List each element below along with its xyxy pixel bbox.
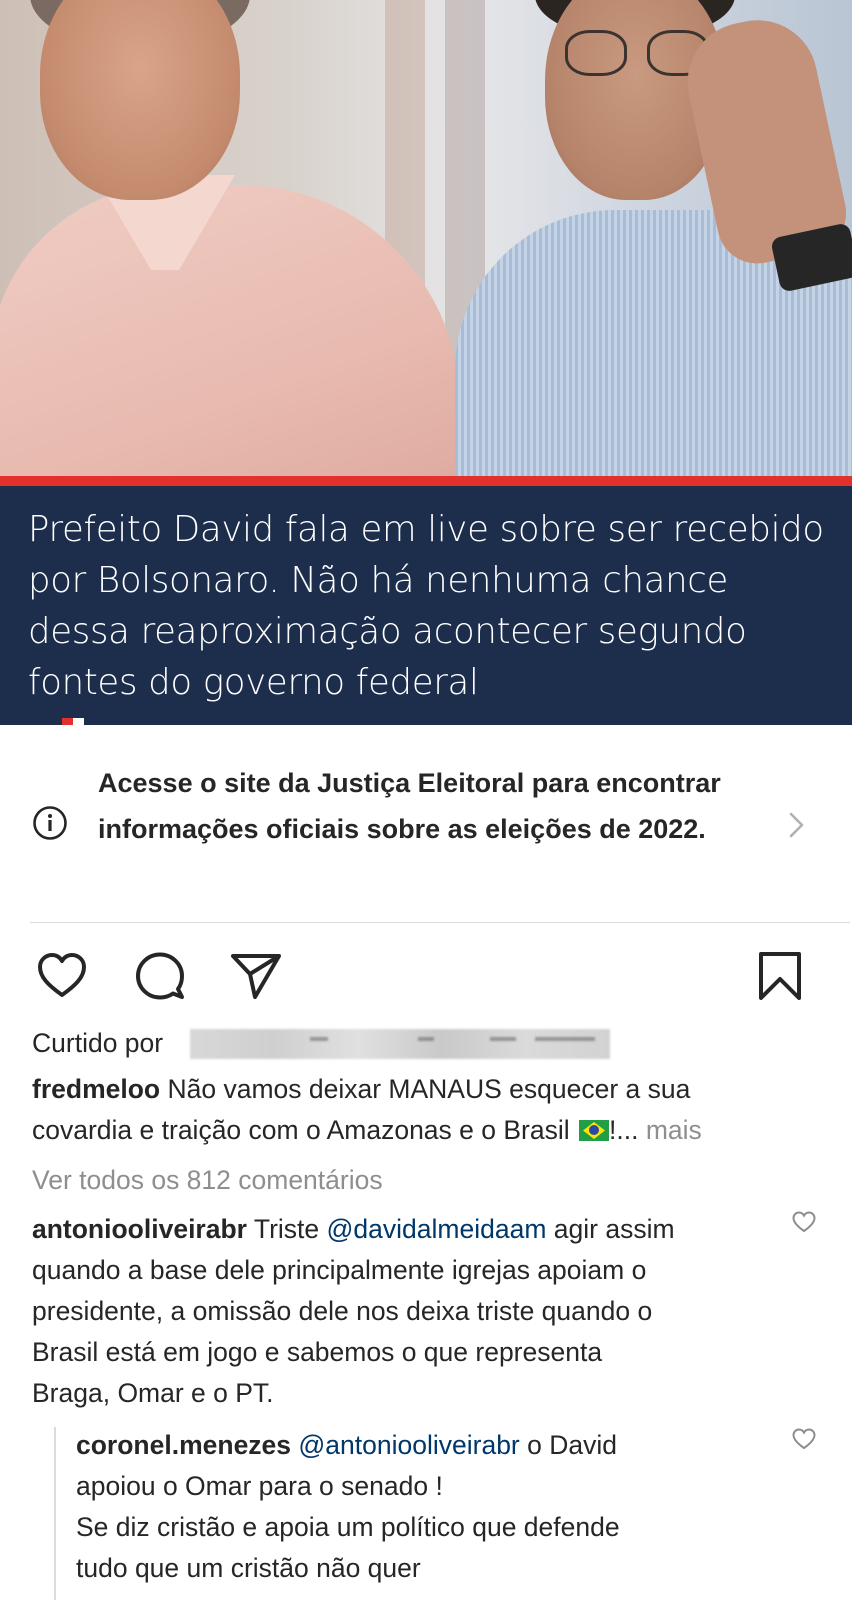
comment-username[interactable]: antoniooliveirabr: [32, 1214, 247, 1244]
caption-line-2: covardia e traição com o Amazonas e o Br…: [32, 1110, 702, 1151]
liked-by-row: Curtido por: [32, 1023, 163, 1064]
redacted-likers: [190, 1029, 610, 1059]
comment-mention[interactable]: @davidalmeidaam: [327, 1214, 547, 1244]
election-info-banner[interactable]: Acesse o site da Justiça Eleitoral para …: [0, 740, 852, 920]
liked-by-label: Curtido por: [32, 1028, 164, 1058]
comment-text-line: quando a base dele principalmente igreja…: [32, 1255, 647, 1285]
post-image[interactable]: Prefeito David fala em live sobre ser re…: [0, 0, 852, 725]
comment-text-line: Brasil está em jogo e sabemos o que repr…: [32, 1337, 603, 1367]
image-caption-text: Prefeito David fala em live sobre ser re…: [28, 509, 824, 703]
caption-text-line1: Não vamos deixar MANAUS esquecer a sua: [167, 1074, 691, 1104]
caption-line-1: fredmeloo Não vamos deixar MANAUS esquec…: [32, 1069, 690, 1110]
caption-ellipsis: !...: [609, 1115, 639, 1145]
view-all-comments-link[interactable]: Ver todos os 812 comentários: [32, 1160, 383, 1201]
comment-text: Triste: [253, 1214, 320, 1244]
comment-icon: [136, 952, 184, 1000]
image-caption-panel: Prefeito David fala em live sobre ser re…: [0, 486, 852, 725]
post-photo: [0, 0, 852, 476]
save-button[interactable]: [752, 948, 808, 1004]
caption-text-line2: covardia e traição com o Amazonas e o Br…: [32, 1115, 570, 1145]
red-stripe: [0, 476, 852, 486]
info-icon: [33, 806, 67, 840]
comment-text: agir assim: [553, 1214, 675, 1244]
reply-mention[interactable]: @antoniooliveirabr: [298, 1430, 519, 1460]
comment-button[interactable]: [132, 948, 188, 1004]
comment-text-line: presidente, a omissão dele nos deixa tri…: [32, 1296, 653, 1326]
like-button[interactable]: [34, 948, 90, 1004]
reply-username[interactable]: coronel.menezes: [76, 1430, 291, 1460]
election-banner-text: Acesse o site da Justiça Eleitoral para …: [98, 768, 721, 844]
bookmark-icon: [759, 952, 801, 1000]
comment-text-line: Braga, Omar e o PT.: [32, 1378, 274, 1408]
share-button[interactable]: [228, 948, 284, 1004]
left-person-face: [40, 0, 240, 200]
brazil-flag-emoji: [579, 1120, 609, 1141]
comment-line: antoniooliveirabr Triste @davidalmeidaam…: [32, 1209, 782, 1250]
reply-text-line: tudo que um cristão não quer: [76, 1553, 421, 1583]
reply-text: o David: [527, 1430, 617, 1460]
caption-username[interactable]: fredmeloo: [32, 1074, 160, 1104]
send-icon: [231, 954, 281, 999]
reply-like-heart-icon[interactable]: [791, 1427, 817, 1451]
reply-line: coronel.menezes @antoniooliveirabr o Dav…: [76, 1425, 776, 1466]
chevron-right-icon[interactable]: [786, 810, 808, 840]
reply-text-line: Se diz cristão e apoia um político que d…: [76, 1512, 620, 1542]
divider: [30, 922, 850, 923]
heart-icon: [38, 953, 86, 997]
comment-like-heart-icon[interactable]: [791, 1210, 817, 1234]
caption-more-link[interactable]: mais: [646, 1115, 702, 1145]
caption-logo-mark: [62, 718, 84, 725]
reply-thread-line: [54, 1427, 56, 1600]
reply-text-line: apoiou o Omar para o senado !: [76, 1471, 443, 1501]
